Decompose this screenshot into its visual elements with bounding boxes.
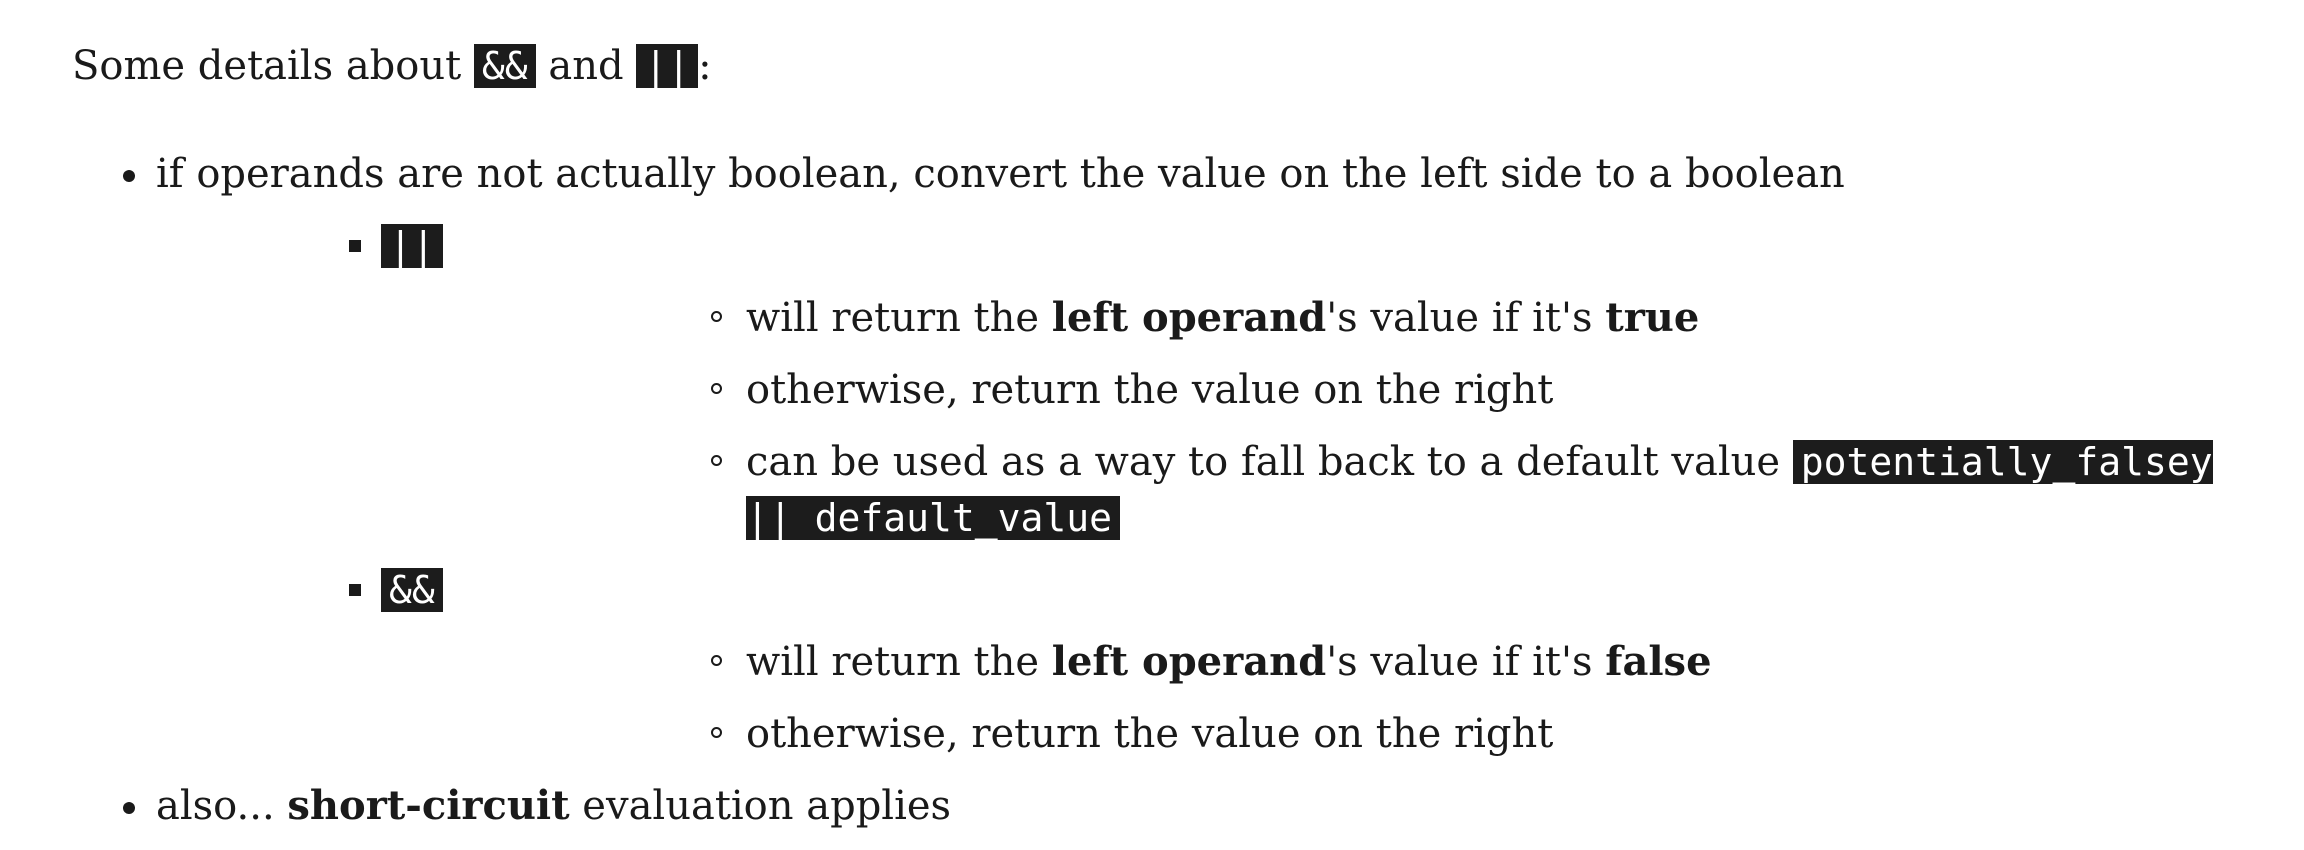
text-fragment: evaluation applies bbox=[569, 783, 952, 829]
document-body: Some details about && and ||: if operand… bbox=[72, 38, 2272, 850]
list-item-operands: if operands are not actually boolean, co… bbox=[72, 146, 2272, 762]
list-item-and-operator: && will return the left operand's value … bbox=[156, 562, 2272, 762]
code-or-operator: || bbox=[636, 44, 699, 88]
text-fragment: can be used as a way to fall back to a d… bbox=[746, 439, 1793, 485]
intro-middle: and bbox=[535, 43, 637, 89]
list-item: will return the left operand's value if … bbox=[381, 634, 2272, 690]
text-fragment: also... bbox=[156, 783, 288, 829]
bold-text: short-circuit bbox=[287, 782, 570, 829]
text-fragment: will return the bbox=[746, 295, 1052, 341]
code-or-operator: || bbox=[381, 224, 443, 268]
and-details-list: will return the left operand's value if … bbox=[381, 634, 2272, 762]
list-item: otherwise, return the value on the right bbox=[381, 362, 2272, 418]
text-fragment: 's value if it's bbox=[1326, 639, 1606, 685]
intro-paragraph: Some details about && and ||: bbox=[72, 38, 2272, 94]
list-item-short-circuit: also... short-circuit evaluation applies bbox=[72, 778, 2272, 834]
main-list: if operands are not actually boolean, co… bbox=[72, 146, 2272, 834]
text-fragment: 's value if it's bbox=[1326, 295, 1606, 341]
code-and-operator: && bbox=[473, 44, 536, 88]
text-fragment: otherwise, return the value on the right bbox=[746, 367, 1554, 413]
bold-text: left operand bbox=[1051, 638, 1327, 685]
list-item: can be used as a way to fall back to a d… bbox=[381, 434, 2272, 546]
operator-list: || will return the left operand's value … bbox=[156, 218, 2272, 762]
intro-prefix: Some details about bbox=[72, 43, 474, 89]
list-item-or-operator: || will return the left operand's value … bbox=[156, 218, 2272, 546]
code-and-operator: && bbox=[381, 568, 443, 612]
list-item-text: if operands are not actually boolean, co… bbox=[156, 151, 1845, 197]
bold-text: true bbox=[1605, 294, 1700, 341]
list-item: otherwise, return the value on the right bbox=[381, 706, 2272, 762]
text-fragment: will return the bbox=[746, 639, 1052, 685]
bold-text: left operand bbox=[1051, 294, 1327, 341]
intro-suffix: : bbox=[698, 43, 712, 89]
list-item: will return the left operand's value if … bbox=[381, 290, 2272, 346]
or-details-list: will return the left operand's value if … bbox=[381, 290, 2272, 546]
bold-text: false bbox=[1605, 638, 1712, 685]
text-fragment: otherwise, return the value on the right bbox=[746, 711, 1554, 757]
